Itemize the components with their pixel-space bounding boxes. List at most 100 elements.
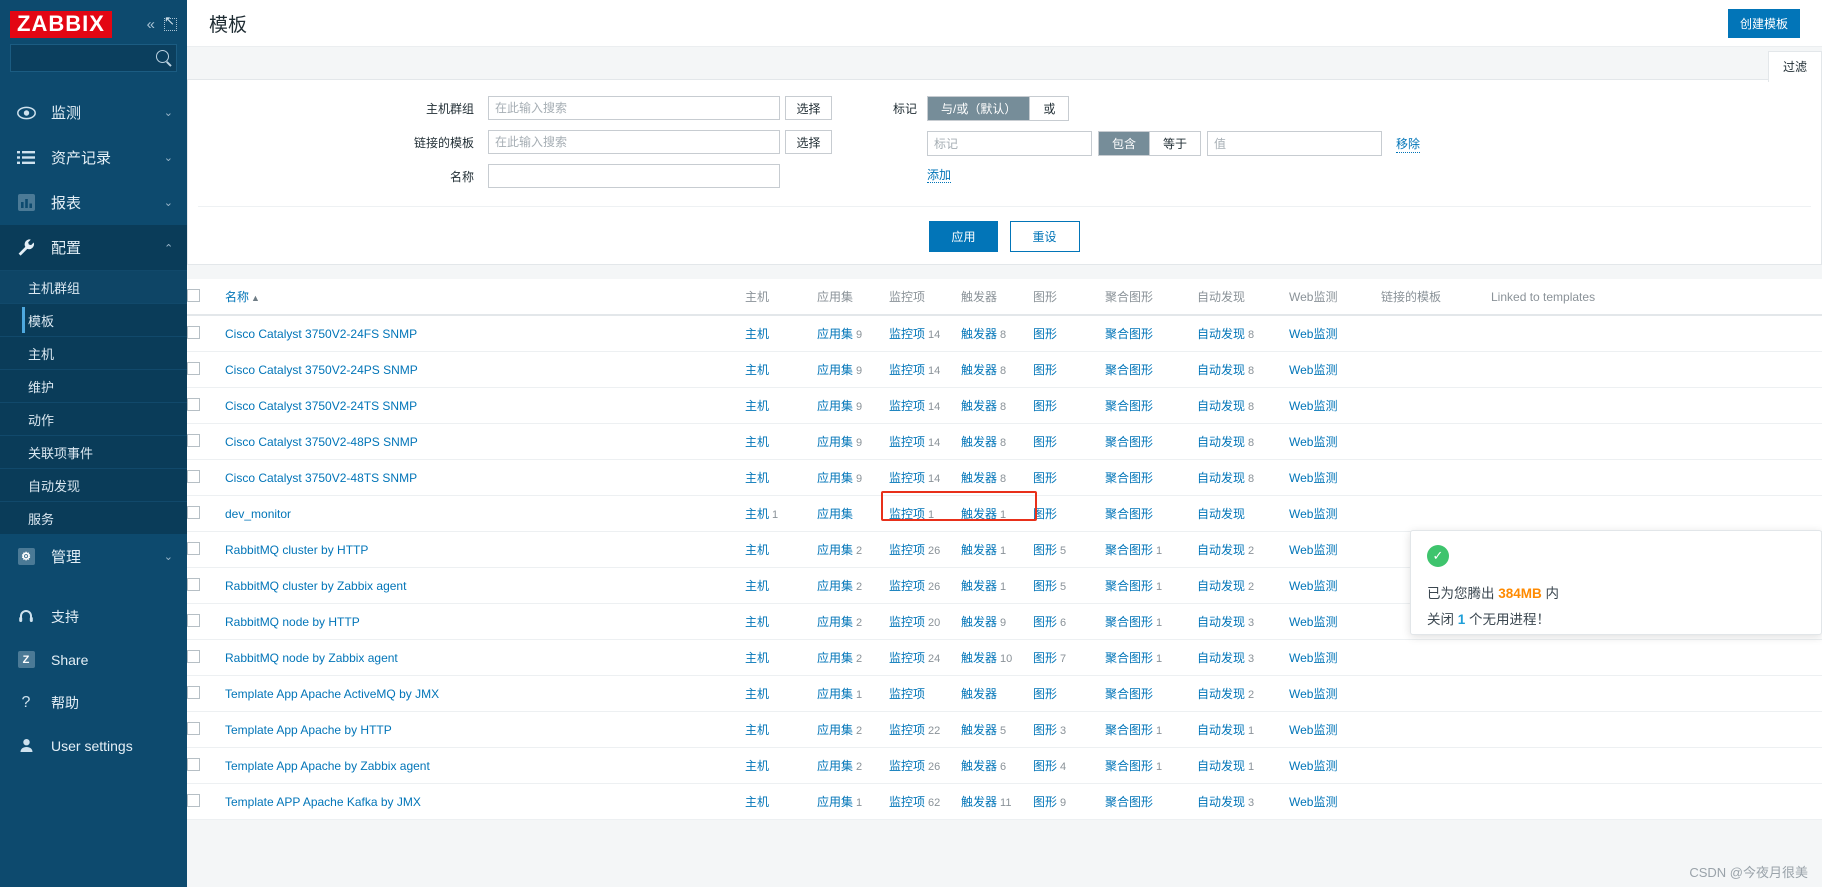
tag-mode-or-option[interactable]: 或 — [1030, 97, 1069, 120]
discovery-link[interactable]: 自动发现 — [1197, 363, 1245, 377]
row-checkbox[interactable] — [187, 793, 200, 807]
screens-link[interactable]: 聚合图形 — [1105, 579, 1153, 593]
triggers-link[interactable]: 触发器 — [961, 615, 997, 629]
sidebar-item-configuration[interactable]: 配置 ⌄ — [0, 225, 187, 270]
web-link[interactable]: Web监测 — [1289, 543, 1337, 557]
applications-link[interactable]: 应用集 — [817, 435, 853, 449]
discovery-link[interactable]: 自动发现 — [1197, 399, 1245, 413]
items-link[interactable]: 监控项 — [889, 687, 925, 701]
hosts-link[interactable]: 主机 — [745, 507, 769, 521]
hosts-link[interactable]: 主机 — [745, 615, 769, 629]
linked-templates-input[interactable] — [488, 130, 780, 154]
sidebar-item-administration[interactable]: ⚙ 管理 ⌄ — [0, 534, 187, 579]
hosts-link[interactable]: 主机 — [745, 363, 769, 377]
screens-link[interactable]: 聚合图形 — [1105, 687, 1153, 701]
sidebar-item-help[interactable]: ? 帮助 — [0, 681, 187, 724]
items-link[interactable]: 监控项 — [889, 723, 925, 737]
sidebar-subitem-actions[interactable]: 动作 — [0, 402, 187, 435]
discovery-link[interactable]: 自动发现 — [1197, 651, 1245, 665]
sidebar-item-reports[interactable]: 报表 ⌄ — [0, 180, 187, 225]
items-link[interactable]: 监控项 — [889, 327, 925, 341]
graphs-link[interactable]: 图形 — [1033, 507, 1057, 521]
web-link[interactable]: Web监测 — [1289, 579, 1337, 593]
graphs-link[interactable]: 图形 — [1033, 327, 1057, 341]
tag-value-input[interactable] — [1207, 131, 1383, 156]
sidebar-item-share[interactable]: Z Share — [0, 638, 187, 681]
triggers-link[interactable]: 触发器 — [961, 543, 997, 557]
web-link[interactable]: Web监测 — [1289, 399, 1337, 413]
items-link[interactable]: 监控项 — [889, 579, 925, 593]
sidebar-item-inventory[interactable]: 资产记录 ⌄ — [0, 135, 187, 180]
screens-link[interactable]: 聚合图形 — [1105, 435, 1153, 449]
screens-link[interactable]: 聚合图形 — [1105, 543, 1153, 557]
create-template-button[interactable]: 创建模板 — [1727, 8, 1800, 38]
sidebar-subitem-maintenance[interactable]: 维护 — [0, 369, 187, 402]
items-link[interactable]: 监控项 — [889, 435, 925, 449]
template-name-link[interactable]: Template App Apache by Zabbix agent — [225, 759, 430, 773]
tag-remove-link[interactable]: 移除 — [1396, 135, 1421, 153]
screens-link[interactable]: 聚合图形 — [1105, 507, 1153, 521]
tag-add-link[interactable]: 添加 — [927, 168, 952, 183]
tag-mode-andor-option[interactable]: 与/或（默认） — [928, 97, 1031, 120]
discovery-link[interactable]: 自动发现 — [1197, 795, 1245, 809]
applications-link[interactable]: 应用集 — [817, 327, 853, 341]
items-link[interactable]: 监控项 — [889, 399, 925, 413]
reset-button[interactable]: 重设 — [1009, 221, 1080, 252]
hosts-link[interactable]: 主机 — [745, 759, 769, 773]
hosts-link[interactable]: 主机 — [745, 435, 769, 449]
row-checkbox[interactable] — [187, 433, 200, 447]
items-link[interactable]: 监控项 — [889, 543, 925, 557]
web-link[interactable]: Web监测 — [1289, 363, 1337, 377]
row-checkbox[interactable] — [187, 505, 200, 519]
screens-link[interactable]: 聚合图形 — [1105, 327, 1153, 341]
row-checkbox[interactable] — [187, 721, 200, 735]
tag-operator-contains-option[interactable]: 包含 — [1099, 132, 1151, 155]
applications-link[interactable]: 应用集 — [817, 507, 853, 521]
web-link[interactable]: Web监测 — [1289, 687, 1337, 701]
search-box[interactable] — [10, 44, 177, 72]
graphs-link[interactable]: 图形 — [1033, 543, 1057, 557]
graphs-link[interactable]: 图形 — [1033, 579, 1057, 593]
applications-link[interactable]: 应用集 — [817, 543, 853, 557]
items-link[interactable]: 监控项 — [889, 471, 925, 485]
screens-link[interactable]: 聚合图形 — [1105, 471, 1153, 485]
screens-link[interactable]: 聚合图形 — [1105, 615, 1153, 629]
template-name-link[interactable]: RabbitMQ node by Zabbix agent — [225, 651, 398, 665]
notification-toast[interactable]: ✓ 已为您腾出 384MB 内 关闭 1 个无用进程！ — [1410, 530, 1822, 635]
template-name-link[interactable]: RabbitMQ node by HTTP — [225, 615, 360, 629]
triggers-link[interactable]: 触发器 — [961, 327, 997, 341]
row-checkbox[interactable] — [187, 397, 200, 411]
tag-operator-equals-option[interactable]: 等于 — [1150, 132, 1201, 155]
triggers-link[interactable]: 触发器 — [961, 579, 997, 593]
hosts-link[interactable]: 主机 — [745, 327, 769, 341]
template-name-link[interactable]: Cisco Catalyst 3750V2-24FS SNMP — [225, 327, 417, 341]
items-link[interactable]: 监控项 — [889, 507, 925, 521]
applications-link[interactable]: 应用集 — [817, 363, 853, 377]
row-checkbox[interactable] — [187, 325, 200, 339]
web-link[interactable]: Web监测 — [1289, 759, 1337, 773]
applications-link[interactable]: 应用集 — [817, 795, 853, 809]
hosts-link[interactable]: 主机 — [745, 399, 769, 413]
graphs-link[interactable]: 图形 — [1033, 471, 1057, 485]
applications-link[interactable]: 应用集 — [817, 723, 853, 737]
template-name-link[interactable]: Cisco Catalyst 3750V2-24TS SNMP — [225, 399, 417, 413]
triggers-link[interactable]: 触发器 — [961, 759, 997, 773]
collapse-sidebar-icon[interactable]: « — [147, 17, 155, 32]
discovery-link[interactable]: 自动发现 — [1197, 543, 1245, 557]
tag-name-input[interactable] — [927, 131, 1092, 156]
template-name-link[interactable]: Cisco Catalyst 3750V2-48PS SNMP — [225, 435, 418, 449]
applications-link[interactable]: 应用集 — [817, 615, 853, 629]
graphs-link[interactable]: 图形 — [1033, 759, 1057, 773]
screens-link[interactable]: 聚合图形 — [1105, 651, 1153, 665]
web-link[interactable]: Web监测 — [1289, 615, 1337, 629]
web-link[interactable]: Web监测 — [1289, 795, 1337, 809]
hosts-link[interactable]: 主机 — [745, 687, 769, 701]
expand-sidebar-icon[interactable] — [164, 13, 177, 31]
hosts-link[interactable]: 主机 — [745, 723, 769, 737]
template-name-link[interactable]: dev_monitor — [225, 507, 291, 521]
sidebar-subitem-discovery[interactable]: 自动发现 — [0, 468, 187, 501]
applications-link[interactable]: 应用集 — [817, 759, 853, 773]
triggers-link[interactable]: 触发器 — [961, 435, 997, 449]
discovery-link[interactable]: 自动发现 — [1197, 471, 1245, 485]
hosts-link[interactable]: 主机 — [745, 651, 769, 665]
